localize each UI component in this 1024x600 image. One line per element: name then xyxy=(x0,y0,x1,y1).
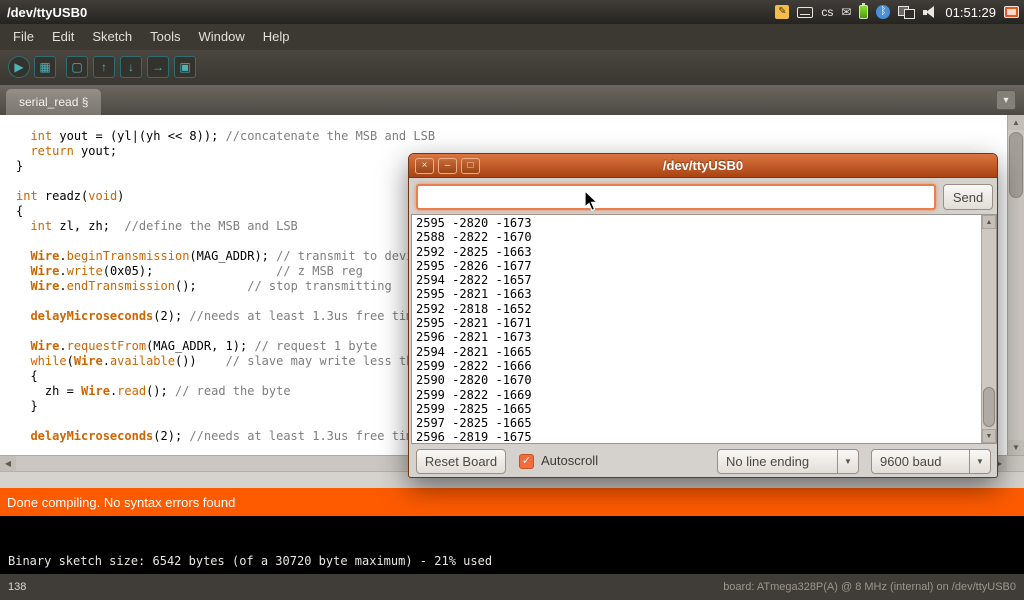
network-icon[interactable] xyxy=(898,6,915,19)
new-sketch-icon: ▢ xyxy=(71,61,82,73)
panel-window-title: /dev/ttyUSB0 xyxy=(7,5,87,20)
autoscroll-label[interactable]: Autoscroll xyxy=(541,453,598,468)
console-output: Binary sketch size: 6542 bytes (of a 307… xyxy=(0,516,1024,574)
bluetooth-icon[interactable]: ᛒ xyxy=(876,5,890,19)
line-ending-value: No line ending xyxy=(726,450,809,473)
serial-data-row: 2599 -2822 -1669 xyxy=(416,388,532,402)
minimize-button[interactable]: – xyxy=(438,158,457,174)
serial-data-row: 2595 -2821 -1671 xyxy=(416,316,532,330)
serial-data-row: 2595 -2821 -1663 xyxy=(416,287,532,301)
serial-monitor-title: /dev/ttyUSB0 xyxy=(409,154,997,178)
scroll-up-icon[interactable]: ▲ xyxy=(1008,115,1024,130)
new-sketch-button[interactable]: ▢ xyxy=(66,56,88,78)
keyboard-icon[interactable] xyxy=(797,7,813,18)
menu-tools[interactable]: Tools xyxy=(141,24,189,50)
serial-data-row: 2590 -2820 -1670 xyxy=(416,373,532,387)
window-controls: ×–□ xyxy=(415,158,480,174)
menu-edit[interactable]: Edit xyxy=(43,24,83,50)
maximize-button[interactable]: □ xyxy=(461,158,480,174)
menu-bar: FileEditSketchToolsWindowHelp xyxy=(0,24,1024,50)
session-icon[interactable] xyxy=(1004,6,1019,18)
serial-data-row: 2594 -2822 -1657 xyxy=(416,273,532,287)
toolbar: ▶ ▦ ▢ ↑ ↓ → ▣ xyxy=(0,50,1024,85)
serial-output-lines: 2595 -2820 -16732588 -2822 -16702592 -28… xyxy=(416,216,532,444)
mail-icon[interactable]: ✉ xyxy=(841,5,851,19)
serial-data-row: 2588 -2822 -1670 xyxy=(416,230,532,244)
board-info: board: ATmega328P(A) @ 8 MHz (internal) … xyxy=(723,581,1016,593)
open-sketch-icon: ↑ xyxy=(101,61,107,73)
serial-monitor-titlebar[interactable]: ×–□ /dev/ttyUSB0 xyxy=(409,154,997,178)
tab-label: serial_read § xyxy=(19,95,88,109)
serial-scroll-up-icon[interactable]: ▲ xyxy=(982,215,996,229)
tab-menu-button[interactable]: ▾ xyxy=(996,90,1016,110)
serial-data-row: 2599 -2825 -1665 xyxy=(416,402,532,416)
serial-input[interactable] xyxy=(416,184,936,210)
upload-button[interactable]: → xyxy=(147,56,169,78)
serial-monitor-button[interactable]: ▣ xyxy=(174,56,196,78)
save-sketch-icon: ↓ xyxy=(128,61,134,73)
editor-vertical-scrollbar[interactable]: ▲ ▼ xyxy=(1007,115,1024,455)
menu-help[interactable]: Help xyxy=(254,24,299,50)
serial-data-row: 2596 -2821 -1673 xyxy=(416,330,532,344)
serial-monitor-window: ×–□ /dev/ttyUSB0 Send 2595 -2820 -167325… xyxy=(408,153,998,478)
close-button[interactable]: × xyxy=(415,158,434,174)
serial-data-row: 2592 -2818 -1652 xyxy=(416,302,532,316)
tab-bar: serial_read § ▾ xyxy=(0,85,1024,115)
editor-scrollbar-thumb[interactable] xyxy=(1009,132,1023,198)
notes-indicator-icon[interactable]: ✎ xyxy=(775,5,789,19)
serial-data-row: 2597 -2825 -1665 xyxy=(416,416,532,430)
serial-data-row: 2594 -2821 -1665 xyxy=(416,345,532,359)
console-text: Binary sketch size: 6542 bytes (of a 307… xyxy=(8,554,492,568)
system-tray: ✎ cs ✉ ᛒ 01:51:29 xyxy=(775,0,1019,24)
scroll-down-icon[interactable]: ▼ xyxy=(1008,440,1024,455)
send-button[interactable]: Send xyxy=(943,184,993,210)
baud-rate-value: 9600 baud xyxy=(880,450,941,473)
verify-button[interactable]: ▶ xyxy=(8,56,30,78)
serial-scrollbar-thumb[interactable] xyxy=(983,387,995,427)
tab-menu-icon: ▾ xyxy=(1003,95,1008,106)
stop-icon: ▦ xyxy=(39,61,50,73)
menu-window[interactable]: Window xyxy=(189,24,253,50)
dropdown-arrow-icon[interactable]: ▼ xyxy=(969,450,990,473)
tab-serial-read[interactable]: serial_read § xyxy=(6,89,101,115)
top-panel: /dev/ttyUSB0 ✎ cs ✉ ᛒ 01:51:29 xyxy=(0,0,1024,24)
line-number-indicator: 138 xyxy=(8,581,26,593)
status-message: Done compiling. No syntax errors found xyxy=(7,495,235,510)
serial-data-row: 2595 -2826 -1677 xyxy=(416,259,532,273)
serial-data-row: 2596 -2819 -1675 xyxy=(416,430,532,444)
code-line: int yout = (yl|(yh << 8)); //concatenate… xyxy=(16,129,1024,144)
baud-rate-select[interactable]: 9600 baud ▼ xyxy=(871,449,991,474)
serial-data-row: 2599 -2822 -1666 xyxy=(416,359,532,373)
line-ending-select[interactable]: No line ending ▼ xyxy=(717,449,859,474)
status-bar: Done compiling. No syntax errors found xyxy=(0,488,1024,516)
serial-data-row: 2592 -2825 -1663 xyxy=(416,245,532,259)
scroll-left-icon[interactable]: ◀ xyxy=(0,456,16,471)
clock[interactable]: 01:51:29 xyxy=(945,5,996,20)
check-icon: ✓ xyxy=(522,455,531,467)
autoscroll-checkbox[interactable]: ✓ xyxy=(519,454,534,469)
menu-file[interactable]: File xyxy=(4,24,43,50)
serial-output[interactable]: 2595 -2820 -16732588 -2822 -16702592 -28… xyxy=(411,214,997,444)
battery-icon[interactable] xyxy=(859,5,868,19)
footer-bar: 138 board: ATmega328P(A) @ 8 MHz (intern… xyxy=(0,574,1024,600)
serial-data-row: 2595 -2820 -1673 xyxy=(416,216,532,230)
volume-icon[interactable] xyxy=(923,6,937,19)
upload-icon: → xyxy=(152,61,164,73)
dropdown-arrow-icon[interactable]: ▼ xyxy=(837,450,858,473)
serial-scroll-down-icon[interactable]: ▼ xyxy=(982,429,996,443)
serial-scrollbar[interactable]: ▲ ▼ xyxy=(981,215,996,443)
stop-button[interactable]: ▦ xyxy=(34,56,56,78)
save-sketch-button[interactable]: ↓ xyxy=(120,56,142,78)
reset-board-button[interactable]: Reset Board xyxy=(416,449,506,474)
menu-sketch[interactable]: Sketch xyxy=(83,24,141,50)
verify-icon: ▶ xyxy=(14,61,23,73)
open-sketch-button[interactable]: ↑ xyxy=(93,56,115,78)
serial-monitor-icon: ▣ xyxy=(179,61,190,73)
keyboard-layout-indicator[interactable]: cs xyxy=(821,5,833,19)
